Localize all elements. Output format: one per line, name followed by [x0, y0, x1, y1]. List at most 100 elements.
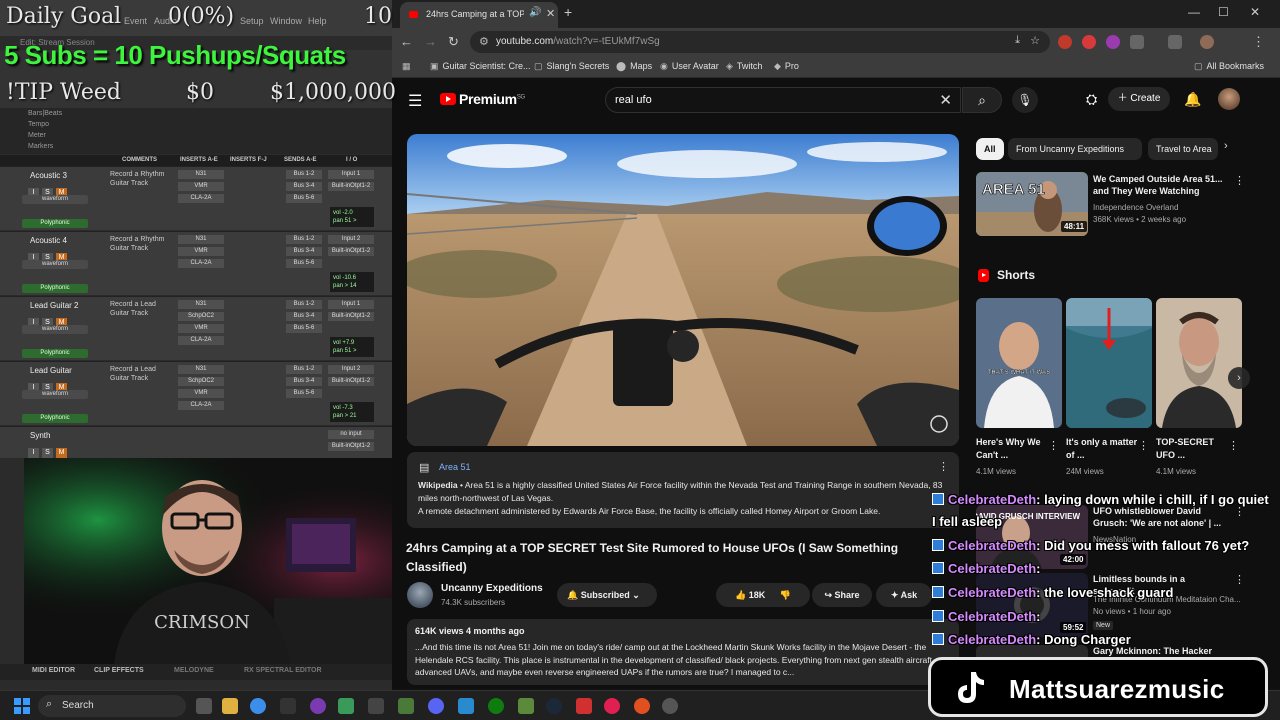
youtube-premium-logo[interactable]: PremiumSG: [459, 91, 525, 107]
track-vol-pan[interactable]: vol -7.3 pan > 21: [330, 402, 374, 422]
app-icon[interactable]: [338, 698, 354, 714]
more-options-icon[interactable]: ⋮: [1138, 439, 1149, 452]
send-slot[interactable]: Bus 5-6: [286, 389, 322, 398]
output-select[interactable]: Built-inOtpt1-2: [328, 377, 374, 386]
bookmark-item[interactable]: ▣ Guitar Scientist: Cre...: [430, 61, 531, 72]
insert-slot[interactable]: CLA-2A: [178, 259, 224, 268]
insert-slot[interactable]: VMR: [178, 389, 224, 398]
output-select[interactable]: Built-inOtpt1-2: [328, 182, 374, 191]
track-name[interactable]: Synth: [30, 431, 50, 440]
insert-slot[interactable]: VMR: [178, 182, 224, 191]
track-voice[interactable]: Polyphonic: [22, 219, 88, 228]
short-title[interactable]: It's only a matter of ...: [1066, 436, 1138, 462]
chip-from-channel[interactable]: From Uncanny Expeditions: [1008, 138, 1142, 160]
short-title[interactable]: Here's Why We Can't ...: [976, 436, 1048, 462]
track-name[interactable]: Lead Guitar 2: [30, 301, 78, 310]
chrome-icon[interactable]: [250, 698, 266, 714]
search-button[interactable]: ⌕: [962, 87, 1002, 113]
ruler-bars-beats[interactable]: Bars|Beats: [0, 108, 392, 119]
dislike-button[interactable]: 👎: [780, 590, 791, 600]
shorts-next-icon[interactable]: ›: [1228, 367, 1250, 389]
track-row[interactable]: Synth ISM no input Built-inOtpt1-2: [0, 426, 392, 458]
track-view-select[interactable]: waveform: [22, 260, 88, 269]
browser-menu-icon[interactable]: ⋮: [1252, 34, 1265, 50]
bookmark-star-icon[interactable]: ☆: [1030, 34, 1040, 47]
like-button[interactable]: 👍 18K: [735, 590, 765, 600]
app-icon[interactable]: [576, 698, 592, 714]
send-slot[interactable]: Bus 3-4: [286, 377, 322, 386]
track-view-select[interactable]: waveform: [22, 195, 88, 204]
extension-icon[interactable]: [1106, 35, 1120, 49]
send-slot[interactable]: Bus 5-6: [286, 324, 322, 333]
send-slot[interactable]: Bus 5-6: [286, 194, 322, 203]
input-monitor-button[interactable]: I: [28, 448, 39, 458]
daw-menu-window[interactable]: Window: [270, 16, 302, 26]
tab-rx-spectral-editor[interactable]: RX SPECTRAL EDITOR: [244, 667, 322, 674]
ruler-meter[interactable]: Meter: [0, 130, 392, 141]
new-tab-icon[interactable]: +: [564, 4, 572, 20]
url-input[interactable]: ⚙ youtube.com/watch?v=-tEUkMf7wSg ⤓ ☆: [470, 31, 1050, 53]
send-slot[interactable]: Bus 3-4: [286, 182, 322, 191]
track-voice[interactable]: Polyphonic: [22, 284, 88, 293]
insert-slot[interactable]: N31: [178, 170, 224, 179]
track-vol-pan[interactable]: vol -10.6 pan > 14: [330, 272, 374, 292]
minimize-icon[interactable]: —: [1188, 5, 1200, 19]
app-icon[interactable]: [634, 698, 650, 714]
bookmark-item[interactable]: ◉ User Avatar: [660, 61, 719, 72]
tab-clip-effects[interactable]: CLIP EFFECTS: [94, 667, 144, 674]
close-tab-icon[interactable]: ✕: [546, 7, 555, 20]
video-channel[interactable]: Independence Overland: [1093, 203, 1178, 212]
short-thumbnail[interactable]: THAT'S WHAT IT WAS: [976, 298, 1062, 428]
bookmark-item[interactable]: ◆ Pro: [774, 61, 799, 72]
steam-icon[interactable]: [546, 698, 562, 714]
send-slot[interactable]: Bus 1-2: [286, 235, 322, 244]
track-name[interactable]: Acoustic 4: [30, 236, 67, 245]
reload-icon[interactable]: ↻: [448, 34, 459, 50]
insert-slot[interactable]: CLA-2A: [178, 336, 224, 345]
adblock-extension-icon[interactable]: [1058, 35, 1072, 49]
input-select[interactable]: Input 2: [328, 365, 374, 374]
app-icon[interactable]: [368, 698, 384, 714]
apps-grid-icon[interactable]: ▦: [402, 61, 415, 72]
bookmark-item[interactable]: ⬤ Maps: [616, 61, 652, 72]
forward-icon[interactable]: →: [424, 34, 437, 49]
track-voice[interactable]: Polyphonic: [22, 349, 88, 358]
discord-icon[interactable]: [428, 698, 444, 714]
back-icon[interactable]: ←: [400, 34, 413, 49]
track-vol-pan[interactable]: vol -2.0 pan 51 >: [330, 207, 374, 227]
file-explorer-icon[interactable]: [222, 698, 238, 714]
tab-melodyne[interactable]: MELODYNE: [174, 667, 214, 674]
wiki-source[interactable]: Wikipedia: [418, 480, 458, 490]
track-row[interactable]: Lead Guitar 2 ISM waveform Polyphonic Re…: [0, 296, 392, 360]
create-button[interactable]: ＋ Create: [1108, 87, 1170, 111]
description-box[interactable]: 614K views 4 months ago ...And this time…: [407, 619, 959, 685]
insert-slot[interactable]: SchpOC2: [178, 312, 224, 321]
maximize-icon[interactable]: ☐: [1218, 5, 1229, 19]
ilok-icon[interactable]: [280, 698, 296, 714]
send-slot[interactable]: Bus 5-6: [286, 259, 322, 268]
clear-search-icon[interactable]: ✕: [939, 91, 952, 109]
input-select[interactable]: Input 1: [328, 300, 374, 309]
track-row[interactable]: Acoustic 3 ISM waveform Polyphonic Recor…: [0, 166, 392, 230]
site-info-icon[interactable]: ⚙: [479, 35, 489, 48]
chip-all[interactable]: All: [976, 138, 1004, 160]
solo-button[interactable]: S: [42, 448, 53, 458]
track-name[interactable]: Acoustic 3: [30, 171, 67, 180]
tab-midi-editor[interactable]: MIDI EDITOR: [32, 667, 75, 674]
notifications-bell-icon[interactable]: 🔔: [1184, 91, 1201, 108]
extensions-puzzle-icon[interactable]: [1130, 35, 1144, 49]
subscribed-button[interactable]: 🔔 Subscribed ⌄: [557, 583, 657, 607]
track-row[interactable]: Acoustic 4 ISM waveform Polyphonic Recor…: [0, 231, 392, 295]
hamburger-menu-icon[interactable]: ☰: [408, 91, 422, 111]
channel-name[interactable]: Uncanny Expeditions: [441, 583, 543, 594]
insert-slot[interactable]: N31: [178, 235, 224, 244]
mute-button[interactable]: M: [56, 448, 67, 458]
send-slot[interactable]: Bus 1-2: [286, 365, 322, 374]
video-title-link[interactable]: We Camped Outside Area 51... and They We…: [1093, 173, 1229, 197]
obs-icon[interactable]: [662, 698, 678, 714]
account-avatar[interactable]: [1218, 88, 1240, 110]
output-select[interactable]: Built-inOtpt1-2: [328, 247, 374, 256]
input-select[interactable]: Input 1: [328, 170, 374, 179]
speaker-icon[interactable]: 🔊: [529, 7, 541, 18]
voice-search-icon[interactable]: 🎙: [1012, 87, 1038, 113]
